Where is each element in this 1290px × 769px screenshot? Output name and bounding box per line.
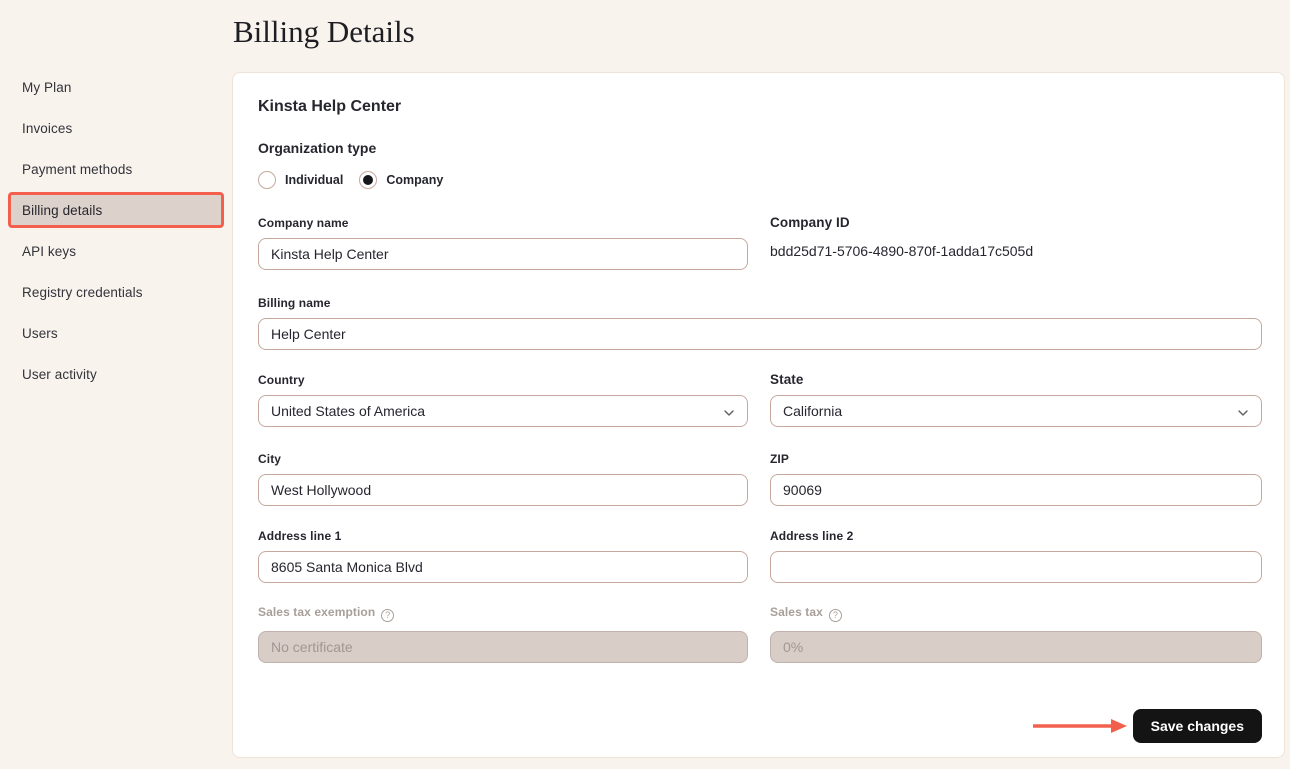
billing-name-label: Billing name xyxy=(258,297,1262,309)
sidebar-item-billing-details[interactable]: Billing details xyxy=(8,192,224,228)
page-title: Billing Details xyxy=(233,14,1285,50)
radio-circle-icon xyxy=(258,171,276,189)
annotation-arrow-icon xyxy=(1033,719,1127,733)
help-icon[interactable]: ? xyxy=(381,609,394,622)
radio-company[interactable]: Company xyxy=(359,171,443,189)
sidebar-item-registry-credentials[interactable]: Registry credentials xyxy=(8,274,224,310)
address-line-1-label: Address line 1 xyxy=(258,530,748,542)
country-label: Country xyxy=(258,374,748,386)
sidebar-item-my-plan[interactable]: My Plan xyxy=(8,69,224,105)
city-input[interactable] xyxy=(258,474,748,506)
radio-individual[interactable]: Individual xyxy=(258,171,343,189)
state-select[interactable]: California xyxy=(770,395,1262,427)
sidebar-item-invoices[interactable]: Invoices xyxy=(8,110,224,146)
app-window: My Plan Invoices Payment methods Billing… xyxy=(0,0,1290,769)
company-id-value: bdd25d71-5706-4890-870f-1adda17c505d xyxy=(770,244,1262,258)
state-label: State xyxy=(770,374,1262,386)
address-line-1-input[interactable] xyxy=(258,551,748,583)
card-footer: Save changes xyxy=(258,709,1262,743)
organization-type-label: Organization type xyxy=(258,141,1262,155)
main-content: Billing Details Kinsta Help Center Organ… xyxy=(232,0,1290,769)
chevron-down-icon xyxy=(724,403,734,419)
sidebar-item-api-keys[interactable]: API keys xyxy=(8,233,224,269)
sidebar-item-payment-methods[interactable]: Payment methods xyxy=(8,151,224,187)
radio-circle-icon xyxy=(359,171,377,189)
country-select[interactable]: United States of America xyxy=(258,395,748,427)
billing-details-card: Kinsta Help Center Organization type Ind… xyxy=(232,72,1285,758)
zip-label: ZIP xyxy=(770,453,1262,465)
sales-tax-input xyxy=(770,631,1262,663)
address-line-2-label: Address line 2 xyxy=(770,530,1262,542)
address-line-2-input[interactable] xyxy=(770,551,1262,583)
company-heading: Kinsta Help Center xyxy=(258,99,1262,115)
country-select-value: United States of America xyxy=(271,403,425,419)
sales-tax-exemption-label: Sales tax exemption? xyxy=(258,606,748,622)
help-icon[interactable]: ? xyxy=(829,609,842,622)
sidebar-item-user-activity[interactable]: User activity xyxy=(8,356,224,392)
company-name-label: Company name xyxy=(258,217,748,229)
city-label: City xyxy=(258,453,748,465)
billing-name-input[interactable] xyxy=(258,318,1262,350)
company-name-input[interactable] xyxy=(258,238,748,270)
sidebar-item-users[interactable]: Users xyxy=(8,315,224,351)
sales-tax-exemption-input xyxy=(258,631,748,663)
organization-type-radio-group: Individual Company xyxy=(258,171,1262,189)
zip-input[interactable] xyxy=(770,474,1262,506)
sales-tax-label: Sales tax? xyxy=(770,606,1262,622)
save-button[interactable]: Save changes xyxy=(1133,709,1262,743)
state-select-value: California xyxy=(783,403,842,419)
radio-company-label: Company xyxy=(386,173,443,187)
chevron-down-icon xyxy=(1238,403,1248,419)
radio-individual-label: Individual xyxy=(285,173,343,187)
billing-sidebar: My Plan Invoices Payment methods Billing… xyxy=(0,0,232,769)
company-id-label: Company ID xyxy=(770,217,1262,229)
